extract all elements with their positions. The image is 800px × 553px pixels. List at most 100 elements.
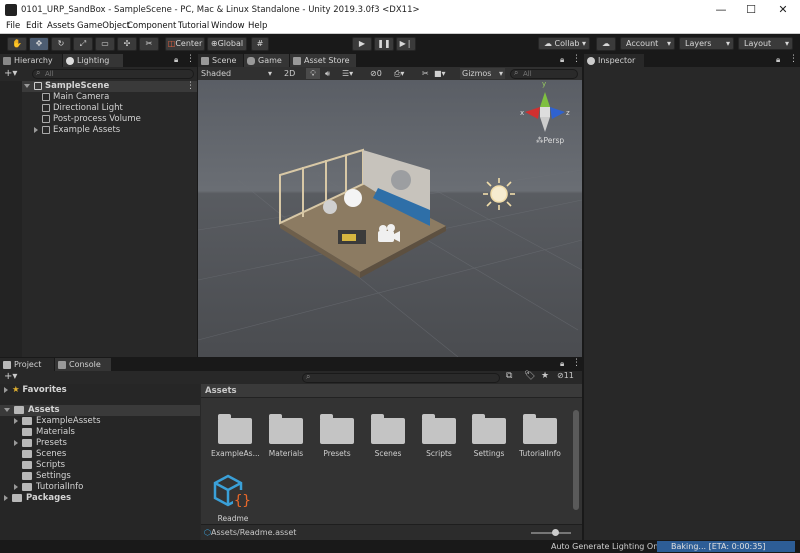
orientation-gizmo[interactable]: y x z ⁂Persp xyxy=(520,80,570,147)
expand-arrow-icon[interactable] xyxy=(14,439,18,446)
menu-gameobject[interactable]: GameObject xyxy=(77,21,130,31)
tree-item-presets[interactable]: Presets xyxy=(14,438,67,449)
persp-label[interactable]: ⁂Persp xyxy=(536,136,564,145)
hierarchy-item-main-camera[interactable]: Main Camera xyxy=(42,92,109,103)
custom-tool-icon[interactable]: ✂ xyxy=(139,37,159,51)
tab-inspector[interactable]: Inspector xyxy=(584,54,644,67)
hand-tool-icon[interactable]: ✋ xyxy=(7,37,27,51)
hierarchy-item-example-assets[interactable]: Example Assets xyxy=(34,125,120,136)
tree-item-tutorialinfo[interactable]: TutorialInfo xyxy=(14,482,83,493)
tree-item-exampleassets[interactable]: ExampleAssets xyxy=(14,416,101,427)
scene-row[interactable]: SampleScene ⋮ xyxy=(0,81,197,92)
asset-scripts[interactable]: Scripts xyxy=(415,412,463,472)
auto-lighting-status[interactable]: Auto Generate Lighting On xyxy=(551,542,658,551)
scale-tool-icon[interactable]: ⤢ xyxy=(73,37,93,51)
tab-hierarchy[interactable]: Hierarchy xyxy=(0,54,62,67)
tree-item-settings[interactable]: Settings xyxy=(22,471,71,482)
rotate-tool-icon[interactable]: ↻ xyxy=(51,37,71,51)
tab-asset-store[interactable]: Asset Store xyxy=(290,54,356,67)
favorites-row[interactable]: ★ Favorites xyxy=(4,385,67,396)
filter-label-icon[interactable]: 🏷︎ xyxy=(524,371,535,381)
grid-scrollbar[interactable] xyxy=(573,410,579,510)
tab-project[interactable]: Project xyxy=(0,358,54,371)
layers-dropdown[interactable]: Layers xyxy=(679,37,734,50)
maximize-icon[interactable]: ☐ xyxy=(736,2,766,18)
lock-icon[interactable]: 🔒︎ xyxy=(560,359,564,369)
expand-arrow-icon[interactable] xyxy=(14,483,18,490)
step-button[interactable]: ▶❘ xyxy=(396,37,416,51)
lock-icon[interactable]: 🔒︎ xyxy=(560,55,564,65)
pivot-center-button[interactable]: ◫Center xyxy=(165,37,205,51)
menu-component[interactable]: Component xyxy=(127,21,176,31)
asset-tutorialinfo[interactable]: TutorialInfo xyxy=(516,412,564,472)
menu-help[interactable]: Help xyxy=(248,21,267,31)
cloud-services-icon[interactable]: ☁ xyxy=(596,37,616,51)
close-icon[interactable]: ✕ xyxy=(768,2,798,18)
rect-tool-icon[interactable]: ▭ xyxy=(95,37,115,51)
move-tool-icon[interactable]: ✥ xyxy=(29,37,49,51)
hidden-packages-icon[interactable]: ⊘11 xyxy=(557,371,574,380)
menu-window[interactable]: Window xyxy=(211,21,245,31)
menu-edit[interactable]: Edit xyxy=(26,21,42,31)
hidden-objects-icon[interactable]: ⊘0 xyxy=(370,68,382,79)
tab-scene[interactable]: Scene xyxy=(198,54,243,67)
kebab-menu-icon[interactable]: ⋮ xyxy=(789,54,798,64)
play-button[interactable]: ▶ xyxy=(352,37,372,51)
collab-dropdown[interactable]: ☁ Collab xyxy=(538,37,590,50)
shading-mode-dropdown[interactable]: Shaded ▾ xyxy=(201,68,276,79)
effects-dropdown-icon[interactable]: ☰▾ xyxy=(342,68,353,79)
tab-game[interactable]: Game xyxy=(244,54,289,67)
icon-size-slider[interactable] xyxy=(531,532,571,534)
lock-icon[interactable]: 🔒︎ xyxy=(174,55,178,65)
tab-lighting[interactable]: Lighting xyxy=(63,54,123,67)
breadcrumb-assets[interactable]: Assets xyxy=(205,386,237,396)
menu-assets[interactable]: Assets xyxy=(47,21,75,31)
transform-tool-icon[interactable]: ✣ xyxy=(117,37,137,51)
gizmos-dropdown[interactable]: Gizmos ▾ xyxy=(460,68,505,79)
asset-materials[interactable]: Materials xyxy=(262,412,310,472)
tools-icon[interactable]: ✂ xyxy=(422,68,429,79)
lighting-toggle-icon[interactable]: 💡︎ xyxy=(306,68,320,79)
scene-menu-icon[interactable]: ⋮ xyxy=(186,81,195,91)
lock-icon[interactable]: 🔒︎ xyxy=(776,55,780,65)
expand-arrow-icon[interactable] xyxy=(4,407,10,412)
tab-console[interactable]: Console xyxy=(55,358,111,371)
camera-settings-icon[interactable]: ⎙▾ xyxy=(394,68,404,79)
filter-type-icon[interactable]: ⧉ xyxy=(506,371,512,381)
asset-exampleassets[interactable]: ExampleAs... xyxy=(211,412,259,472)
2d-toggle[interactable]: 2D xyxy=(284,68,295,79)
kebab-menu-icon[interactable]: ⋮ xyxy=(572,358,581,368)
baking-progress[interactable]: Baking... [ETA: 0:00:35] xyxy=(657,541,795,552)
account-dropdown[interactable]: Account xyxy=(620,37,675,50)
hierarchy-search-input[interactable]: All xyxy=(32,69,194,79)
kebab-menu-icon[interactable]: ⋮ xyxy=(572,54,581,64)
tree-item-materials[interactable]: Materials xyxy=(22,427,75,438)
hierarchy-item-post-process-volume[interactable]: Post-process Volume xyxy=(42,114,141,125)
expand-arrow-icon[interactable] xyxy=(4,494,8,501)
assets-root-row[interactable]: Assets xyxy=(0,405,200,416)
pause-button[interactable]: ❚❚ xyxy=(374,37,394,51)
scene-viewport[interactable]: y x z ⁂Persp xyxy=(198,80,582,357)
create-button[interactable]: +▾ xyxy=(4,68,17,79)
minimize-icon[interactable]: — xyxy=(706,2,736,18)
expand-arrow-icon[interactable] xyxy=(24,83,30,88)
scene-search-input[interactable]: All xyxy=(510,69,578,79)
tree-item-scenes[interactable]: Scenes xyxy=(22,449,66,460)
layout-dropdown[interactable]: Layout xyxy=(738,37,793,50)
asset-presets[interactable]: Presets xyxy=(313,412,361,472)
audio-toggle-icon[interactable]: 🔊︎ xyxy=(325,68,330,79)
menu-tutorial[interactable]: Tutorial xyxy=(178,21,209,31)
asset-scenes[interactable]: Scenes xyxy=(364,412,412,472)
project-search-input[interactable] xyxy=(302,373,500,383)
tree-item-scripts[interactable]: Scripts xyxy=(22,460,65,471)
project-create-button[interactable]: +▾ xyxy=(4,371,17,382)
pivot-global-button[interactable]: ⊕Global xyxy=(207,37,247,51)
asset-settings[interactable]: Settings xyxy=(465,412,513,472)
packages-row[interactable]: Packages xyxy=(4,493,71,504)
kebab-menu-icon[interactable]: ⋮ xyxy=(186,54,195,64)
hierarchy-item-directional-light[interactable]: Directional Light xyxy=(42,103,123,114)
expand-arrow-icon[interactable] xyxy=(4,386,8,393)
render-mode-icon[interactable]: ■▾ xyxy=(434,68,446,79)
snap-grid-icon[interactable]: # xyxy=(251,37,269,51)
expand-arrow-icon[interactable] xyxy=(14,417,18,424)
